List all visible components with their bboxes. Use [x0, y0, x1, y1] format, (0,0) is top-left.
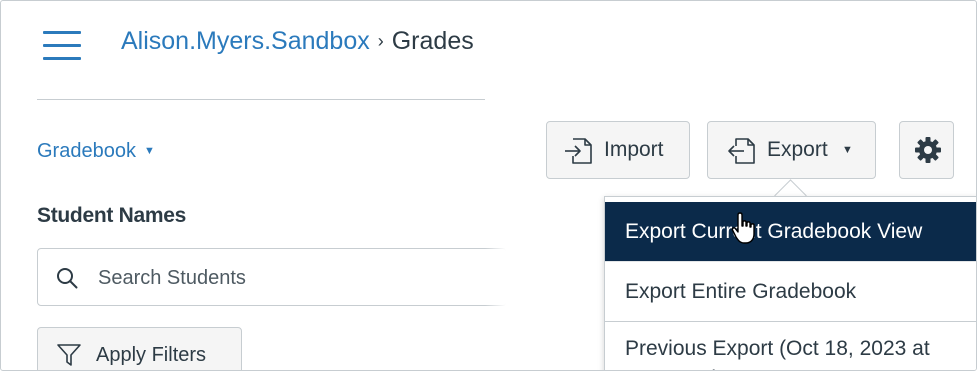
- header-divider: [37, 99, 485, 100]
- menu-item-previous-export[interactable]: Previous Export (Oct 18, 2023 at 10:47 a…: [605, 321, 976, 370]
- export-button[interactable]: Export ▼: [707, 121, 876, 179]
- export-label: Export: [767, 138, 828, 161]
- export-icon: [728, 138, 755, 164]
- filter-icon: [57, 344, 81, 366]
- search-icon: [57, 268, 78, 289]
- gear-icon: [915, 137, 941, 163]
- gradebook-menu-label: Gradebook: [37, 140, 136, 162]
- apply-filters-label: Apply Filters: [96, 344, 207, 366]
- student-names-heading: Student Names: [37, 204, 186, 227]
- menu-item-export-entire-gradebook[interactable]: Export Entire Gradebook: [605, 261, 976, 320]
- search-students-input[interactable]: [96, 259, 500, 297]
- menu-item-export-current-view[interactable]: Export Current Gradebook View: [605, 202, 976, 261]
- breadcrumb-current: Grades: [391, 27, 474, 55]
- gradebook-settings-button[interactable]: [899, 121, 954, 179]
- import-button[interactable]: Import: [546, 121, 690, 179]
- search-students-field[interactable]: [37, 248, 507, 306]
- caret-down-icon: ▼: [842, 144, 853, 156]
- screenshot-tear-edge: [485, 1, 545, 370]
- breadcrumb: Alison.Myers.Sandbox › Grades: [121, 27, 474, 56]
- apply-filters-button[interactable]: Apply Filters: [37, 327, 242, 370]
- export-dropdown-menu: Export Current Gradebook View Export Ent…: [604, 196, 976, 370]
- import-label: Import: [604, 138, 664, 161]
- gradebook-window: Alison.Myers.Sandbox › Grades Gradebook ▼ S…: [0, 0, 977, 371]
- caret-down-icon: ▼: [143, 145, 155, 157]
- hamburger-icon[interactable]: [43, 31, 81, 61]
- import-icon: [565, 138, 592, 164]
- breadcrumb-course-link[interactable]: Alison.Myers.Sandbox: [121, 27, 370, 55]
- gradebook-view-menu[interactable]: Gradebook ▼: [37, 140, 155, 163]
- breadcrumb-separator: ›: [377, 31, 384, 51]
